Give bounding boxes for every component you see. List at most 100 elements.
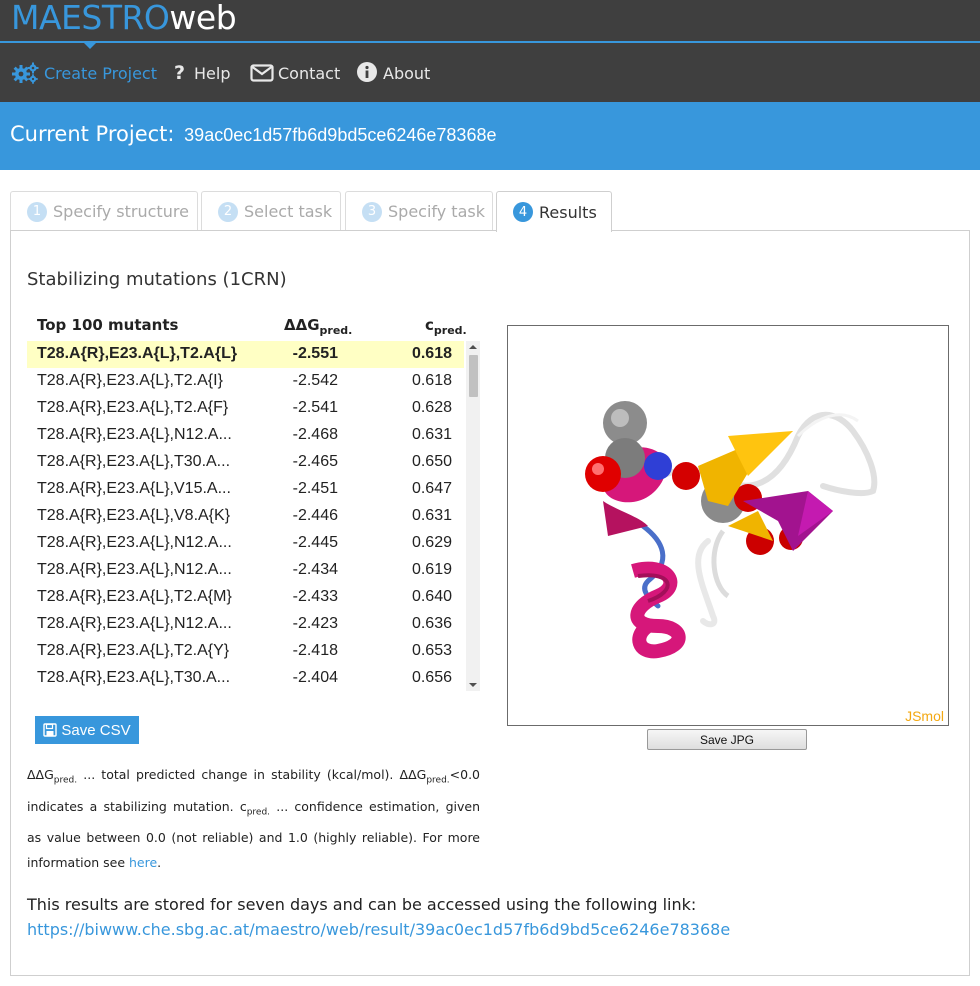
jsmol-label: JSmol xyxy=(905,708,944,724)
mutant-cell: T28.A{R},E23.A{L},T2.A{L} xyxy=(37,345,237,362)
tab-label: Results xyxy=(539,202,597,222)
table-scrollbar[interactable] xyxy=(466,341,480,691)
more-info-link[interactable]: here xyxy=(129,855,157,870)
result-link[interactable]: https://biwww.che.sbg.ac.at/maestro/web/… xyxy=(27,917,730,942)
brand-part-2: web xyxy=(169,0,237,37)
c-label: c xyxy=(425,316,434,334)
ddg-cell: -2.551 xyxy=(292,345,338,362)
confidence-cell: 0.656 xyxy=(411,669,452,686)
confidence-cell: 0.619 xyxy=(411,561,452,578)
scroll-up-arrow[interactable] xyxy=(469,345,477,349)
nav-create-project[interactable]: Create Project xyxy=(12,58,157,88)
table-row[interactable]: T28.A{R},E23.A{L},V8.A{K} -2.446 0.631 xyxy=(27,503,464,530)
column-header-mutants[interactable]: Top 100 mutants xyxy=(37,316,178,340)
protein-structure-image[interactable] xyxy=(508,326,949,726)
table-row[interactable]: T28.A{R},E23.A{L},N12.A... -2.423 0.636 xyxy=(27,611,464,638)
mutant-cell: T28.A{R},E23.A{L},T30.A... xyxy=(37,453,231,470)
ddg-sub: pred. xyxy=(319,324,353,337)
ddg-cell: -2.468 xyxy=(292,426,338,443)
tab-number: 2 xyxy=(218,201,238,222)
ddg-cell: -2.433 xyxy=(292,588,338,605)
nav-about-label: About xyxy=(383,63,431,83)
confidence-cell: 0.631 xyxy=(411,507,452,524)
svg-text:?: ? xyxy=(174,62,185,84)
table-row[interactable]: T28.A{R},E23.A{L},N12.A... -2.434 0.619 xyxy=(27,557,464,584)
confidence-cell: 0.650 xyxy=(411,453,452,470)
project-banner: Current Project: 39ac0ec1d57fb6d9bd5ce62… xyxy=(0,102,980,170)
floppy-icon xyxy=(43,723,58,737)
ddg-cell: -2.446 xyxy=(292,507,338,524)
mutant-cell: T28.A{R},E23.A{L},T2.A{Y} xyxy=(37,642,230,659)
mutant-cell: T28.A{R},E23.A{L},N12.A... xyxy=(37,561,232,578)
confidence-cell: 0.631 xyxy=(411,426,452,443)
scroll-down-arrow[interactable] xyxy=(469,683,477,687)
table-row[interactable]: T28.A{R},E23.A{L},T30.A... -2.404 0.656 xyxy=(27,665,464,691)
nav-create-project-label: Create Project xyxy=(44,63,157,83)
mutant-cell: T28.A{R},E23.A{L},T2.A{I} xyxy=(37,372,223,389)
ddg-label: ΔΔG xyxy=(284,316,320,334)
ddg-cell: -2.404 xyxy=(292,669,338,686)
brand-underline xyxy=(0,41,980,43)
tab-label: Select task xyxy=(244,202,333,221)
mutants-table[interactable]: T28.A{R},E23.A{L},T2.A{L} -2.551 0.618 T28.… xyxy=(27,341,467,691)
table-row[interactable]: T28.A{R},E23.A{L},T2.A{Y} -2.418 0.653 xyxy=(27,638,464,665)
top-navbar: MAESTROweb Create Project ? Help Contact… xyxy=(0,0,980,102)
results-title: Stabilizing mutations (1CRN) xyxy=(27,269,287,290)
confidence-cell: 0.628 xyxy=(411,399,452,416)
nav-contact[interactable]: Contact xyxy=(250,58,340,88)
ddg-cell: -2.542 xyxy=(292,372,338,389)
brand-logo[interactable]: MAESTROweb xyxy=(11,0,237,38)
table-row[interactable]: T28.A{R},E23.A{L},T2.A{L} -2.551 0.618 xyxy=(27,341,464,368)
ddg-cell: -2.541 xyxy=(292,399,338,416)
confidence-cell: 0.647 xyxy=(411,480,452,497)
mutant-cell: T28.A{R},E23.A{L},V15.A... xyxy=(37,480,231,497)
save-jpg-button[interactable]: Save JPG xyxy=(647,729,807,750)
brand-part-1: MAESTRO xyxy=(11,0,170,37)
ddg-cell: -2.445 xyxy=(292,534,338,551)
nav-contact-label: Contact xyxy=(278,63,341,83)
confidence-cell: 0.618 xyxy=(411,372,452,389)
scroll-thumb[interactable] xyxy=(469,355,478,397)
tab-number: 3 xyxy=(362,201,382,222)
c-sub: pred. xyxy=(433,324,467,337)
table-row[interactable]: T28.A{R},E23.A{L},N12.A... -2.468 0.631 xyxy=(27,422,464,449)
table-row[interactable]: T28.A{R},E23.A{L},V15.A... -2.451 0.647 xyxy=(27,476,464,503)
gears-icon xyxy=(12,62,39,84)
mutant-cell: T28.A{R},E23.A{L},T2.A{F} xyxy=(37,399,229,416)
save-csv-button[interactable]: Save CSV xyxy=(35,716,139,744)
brand-caret xyxy=(84,43,96,49)
project-label: Current Project: xyxy=(10,122,175,146)
nav-about[interactable]: About xyxy=(357,58,430,88)
tab-select-task[interactable]: 2 Select task xyxy=(201,191,341,231)
mutant-cell: T28.A{R},E23.A{L},T2.A{M} xyxy=(37,588,232,605)
table-row[interactable]: T28.A{R},E23.A{L},T2.A{F} -2.541 0.628 xyxy=(27,395,464,422)
jsmol-viewer[interactable]: JSmol xyxy=(507,325,949,726)
mutant-cell: T28.A{R},E23.A{L},V8.A{K} xyxy=(37,507,231,524)
mutant-cell: T28.A{R},E23.A{L},T30.A... xyxy=(37,669,231,686)
nav-help[interactable]: ? Help xyxy=(172,58,230,88)
project-title: Current Project: 39ac0ec1d57fb6d9bd5ce62… xyxy=(10,122,496,146)
confidence-cell: 0.640 xyxy=(411,588,452,605)
table-row[interactable]: T28.A{R},E23.A{L},T2.A{M} -2.433 0.640 xyxy=(27,584,464,611)
confidence-cell: 0.653 xyxy=(411,642,452,659)
info-icon xyxy=(357,62,377,82)
tab-specify-task[interactable]: 3 Specify task xyxy=(345,191,493,231)
confidence-cell: 0.618 xyxy=(411,345,452,362)
table-row[interactable]: T28.A{R},E23.A{L},N12.A... -2.445 0.629 xyxy=(27,530,464,557)
question-icon: ? xyxy=(174,62,185,84)
table-row[interactable]: T28.A{R},E23.A{L},T2.A{I} -2.542 0.618 xyxy=(27,368,464,395)
tab-specify-structure[interactable]: 1 Specify structure xyxy=(10,191,198,231)
save-csv-label: Save CSV xyxy=(61,721,131,739)
table-row[interactable]: T28.A{R},E23.A{L},T30.A... -2.465 0.650 xyxy=(27,449,464,476)
legend-text: ΔΔGpred. ... total predicted change in s… xyxy=(27,767,480,870)
envelope-icon xyxy=(250,64,274,82)
mutant-cell: T28.A{R},E23.A{L},N12.A... xyxy=(37,615,232,632)
tab-label: Specify structure xyxy=(53,202,189,221)
column-header-ddg[interactable]: ΔΔGpred. xyxy=(284,316,352,340)
column-header-confidence[interactable]: cpred. xyxy=(425,316,467,340)
ddg-cell: -2.434 xyxy=(292,561,338,578)
tab-results[interactable]: 4 Results xyxy=(496,191,612,232)
ddg-cell: -2.418 xyxy=(292,642,338,659)
nav-help-label: Help xyxy=(194,63,231,83)
project-id: 39ac0ec1d57fb6d9bd5ce6246e78368e xyxy=(184,125,497,145)
